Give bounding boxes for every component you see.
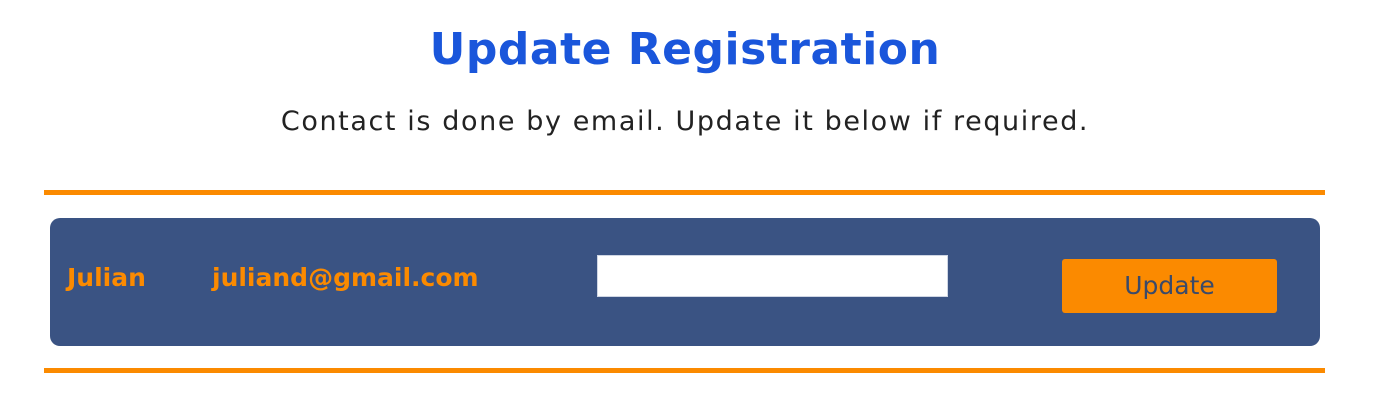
- bottom-divider: [44, 368, 1325, 373]
- registrant-email: juliand@gmail.com: [212, 263, 479, 292]
- registration-panel: Julian juliand@gmail.com Update: [50, 218, 1320, 346]
- email-field[interactable]: [597, 255, 948, 297]
- page-title: Update Registration: [429, 24, 941, 75]
- top-divider: [44, 190, 1325, 195]
- page-subtitle: Contact is done by email. Update it belo…: [280, 106, 1090, 137]
- registrant-name: Julian: [67, 263, 146, 292]
- update-button[interactable]: Update: [1062, 259, 1277, 313]
